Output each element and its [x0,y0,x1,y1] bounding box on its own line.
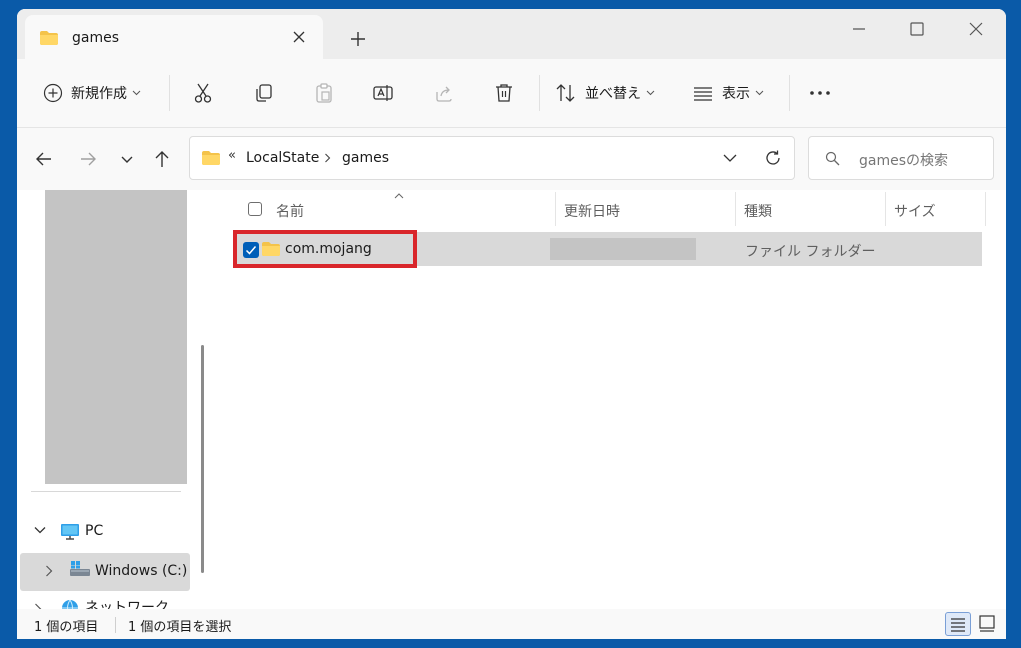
sidebar-scrollbar[interactable] [201,345,204,573]
item-count: 1 個の項目 [34,620,99,635]
more-options-button[interactable] [808,81,832,105]
sort-button[interactable]: 並べ替え [555,81,655,105]
sort-ascending-icon [394,193,404,199]
copy-button[interactable] [253,81,275,105]
search-icon [825,151,840,166]
large-icons-view-button[interactable] [975,612,1001,636]
title-bar: games [17,9,1006,59]
sidebar-item-windows-c[interactable]: Windows (C:) [20,553,190,591]
share-button[interactable] [433,81,455,105]
network-icon [62,599,78,609]
new-tab-icon[interactable] [349,30,367,48]
recent-locations-icon[interactable] [117,149,137,169]
annotation-highlight-box [233,230,417,268]
chevron-right-icon[interactable] [324,153,331,163]
maximize-icon[interactable] [907,19,927,39]
more-icon [810,91,830,95]
trash-icon [496,84,512,102]
refresh-icon[interactable] [764,149,782,167]
tab-title: games [72,30,120,46]
delete-button[interactable] [493,81,515,105]
folder-icon [202,151,220,165]
close-tab-icon[interactable] [291,29,307,45]
paste-button[interactable] [313,81,335,105]
new-button[interactable]: 新規作成 [43,81,141,105]
close-window-icon[interactable] [966,19,986,39]
file-list-scrollbar[interactable] [991,190,1000,609]
redacted-sidebar-items [45,190,187,484]
view-label: 表示 [722,86,750,102]
breadcrumb-games[interactable]: games [342,150,389,166]
sidebar-item-network[interactable]: ネットワーク [20,593,190,609]
share-icon [436,86,452,102]
status-divider [115,617,116,633]
minimize-icon[interactable] [849,19,869,39]
address-bar[interactable]: « LocalState games [189,136,795,180]
chevron-right-icon[interactable] [45,565,53,577]
navigation-pane: PC Windows (C:) ネットワーク [17,190,213,609]
pc-icon [61,524,79,540]
chevron-down-icon [132,90,141,96]
toolbar-divider [169,75,170,111]
chevron-down-icon[interactable] [34,526,46,534]
sort-icon [556,84,575,102]
back-arrow-icon[interactable] [34,149,54,169]
view-list-icon [694,87,712,101]
new-label: 新規作成 [71,86,127,102]
sidebar-item-pc[interactable]: PC [20,513,190,551]
details-view-icon [951,618,965,632]
sort-label: 並べ替え [585,86,641,102]
column-divider[interactable] [735,192,736,226]
clipboard-icon [316,83,332,103]
toolbar-divider [539,75,540,111]
rename-icon [373,85,393,101]
status-bar: 1 個の項目 1 個の項目を選択 [17,609,1006,639]
search-input[interactable]: gamesの検索 [859,150,948,170]
details-view-button[interactable] [945,612,971,636]
search-box[interactable]: gamesの検索 [808,136,994,180]
drive-icon [70,561,90,576]
navigation-bar: « LocalState games gamesの検索 [17,128,1006,190]
up-arrow-icon[interactable] [152,149,172,169]
explorer-window: games 新規作成 並べ替え 表示 « LocalState games ga… [17,9,1006,639]
scissors-icon [194,83,212,103]
sidebar-label-pc: PC [85,523,104,539]
command-bar: 新規作成 並べ替え 表示 [17,59,1006,128]
folder-icon [40,31,58,45]
chevron-down-icon [755,90,764,96]
column-divider[interactable] [985,192,986,226]
sidebar-label-windows-c: Windows (C:) [95,563,188,579]
file-type: ファイル フォルダー [745,244,876,260]
sidebar-divider [31,491,181,492]
view-button[interactable]: 表示 [692,81,764,105]
tiles-view-icon [979,615,995,632]
plus-circle-icon [43,83,63,103]
breadcrumb-localstate[interactable]: LocalState [246,150,319,166]
column-divider[interactable] [885,192,886,226]
tab-games[interactable]: games [25,15,323,59]
select-all-checkbox[interactable] [248,202,262,216]
cut-button[interactable] [192,81,214,105]
toolbar-divider [789,75,790,111]
chevron-down-icon [646,90,655,96]
forward-arrow-icon[interactable] [78,149,98,169]
copy-icon [256,84,272,102]
file-list: 名前 更新日時 種類 サイズ com.mojang ファイル フォルダー [213,190,1006,609]
redacted-modified-date [550,238,696,260]
rename-button[interactable] [372,81,394,105]
sidebar-label-network: ネットワーク [85,600,169,609]
chevron-down-icon[interactable] [722,150,738,166]
selection-count: 1 個の項目を選択 [128,620,232,635]
path-overflow[interactable]: « [228,148,236,163]
column-divider[interactable] [555,192,556,226]
